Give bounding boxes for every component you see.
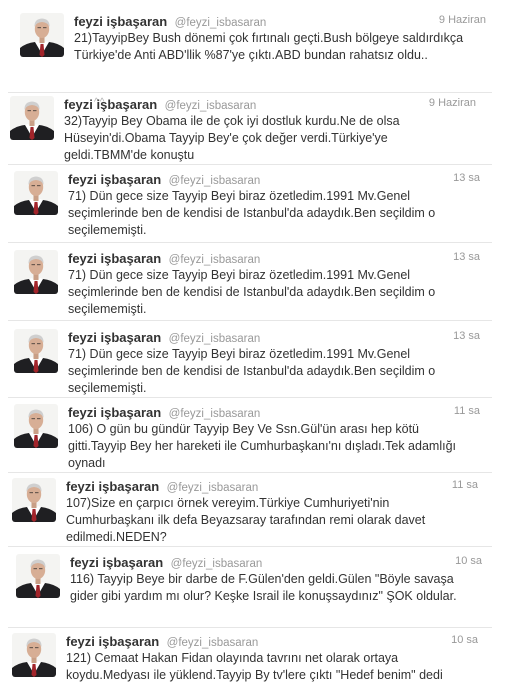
author-name[interactable]: feyzi işbaşaran [68, 251, 161, 266]
author-handle[interactable]: @feyzi_isbasaran [167, 637, 259, 649]
author-name[interactable]: feyzi işbaşaran [66, 634, 159, 649]
tweet-header: feyzi işbaşaran @feyzi_isbasaran 9 Hazir… [64, 96, 480, 112]
tweet-text: 121) Cemaat Hakan Fidan olayında tavrını… [66, 651, 443, 682]
avatar[interactable] [10, 96, 54, 140]
tweet-header: feyzi işbaşaran @feyzi_isbasaran 11 sa [68, 404, 484, 420]
divider [8, 397, 492, 398]
author-handle[interactable]: @feyzi_isbasaran [167, 482, 259, 494]
author-handle[interactable]: @feyzi_isbasaran [169, 254, 261, 266]
tweet-text: 116) Tayyip Beye bir darbe de F.Gülen'de… [70, 572, 457, 603]
tweet-timestamp[interactable]: 10 sa [451, 634, 478, 646]
avatar[interactable] [14, 250, 58, 294]
tweet-header: feyzi işbaşaran @feyzi_isbasaran 10 sa [66, 633, 482, 649]
divider [8, 627, 492, 628]
avatar[interactable] [16, 554, 60, 598]
author-name[interactable]: feyzi işbaşaran [64, 97, 157, 112]
author-handle[interactable]: @feyzi_isbasaran [165, 100, 257, 112]
avatar[interactable] [14, 404, 58, 448]
tweet-timestamp[interactable]: 13 sa [453, 330, 480, 342]
tweet-header: feyzi işbaşaran @feyzi_isbasaran 13 sa [68, 329, 484, 345]
author-name[interactable]: feyzi işbaşaran [68, 330, 161, 345]
divider [8, 242, 492, 243]
divider [8, 472, 492, 473]
tweet-header: feyzi işbaşaran @feyzi_isbasaran 13 sa [68, 171, 484, 187]
divider [8, 92, 492, 93]
author-name[interactable]: feyzi işbaşaran [70, 555, 163, 570]
tweet-header: feyzi işbaşaran @feyzi_isbasaran 11 sa [66, 478, 482, 494]
author-name[interactable]: feyzi işbaşaran [68, 172, 161, 187]
tweet-timestamp[interactable]: 10 sa [455, 555, 482, 567]
tweet-timestamp[interactable]: 9 Haziran [439, 14, 486, 26]
tweet-timestamp[interactable]: 9 Haziran [429, 97, 476, 109]
divider [8, 320, 492, 321]
tweet-header: feyzi işbaşaran @feyzi_isbasaran 9 Hazir… [74, 13, 490, 29]
tweet-text: 21)TayyipBey Bush dönemi çok fırtınalı g… [74, 31, 464, 62]
author-handle[interactable]: @feyzi_isbasaran [175, 17, 267, 29]
avatar[interactable] [14, 171, 58, 215]
tweet-timestamp[interactable]: 13 sa [453, 172, 480, 184]
author-name[interactable]: feyzi işbaşaran [66, 479, 159, 494]
author-handle[interactable]: @feyzi_isbasaran [169, 408, 261, 420]
avatar[interactable] [12, 633, 56, 677]
avatar[interactable] [12, 478, 56, 522]
avatar[interactable] [20, 13, 64, 57]
tweet-timestamp[interactable]: 13 sa [453, 251, 480, 263]
divider [8, 546, 492, 547]
avatar[interactable] [14, 329, 58, 373]
tweet-text: 71) Dün gece size Tayyip Beyi biraz özet… [68, 189, 436, 237]
author-handle[interactable]: @feyzi_isbasaran [169, 333, 261, 345]
tweet-text: 71) Dün gece size Tayyip Beyi biraz özet… [68, 347, 436, 395]
tweet-header: feyzi işbaşaran @feyzi_isbasaran 10 sa [70, 554, 486, 570]
tweet-text: 106) O gün bu gündür Tayyip Bey Ve Ssn.G… [68, 422, 456, 470]
author-name[interactable]: feyzi işbaşaran [74, 14, 167, 29]
author-handle[interactable]: @feyzi_isbasaran [169, 175, 261, 187]
tweet-header: feyzi işbaşaran @feyzi_isbasaran 13 sa [68, 250, 484, 266]
author-handle[interactable]: @feyzi_isbasaran [171, 558, 263, 570]
tweet-timestamp[interactable]: 11 sa [454, 405, 480, 417]
tweet-text: 71) Dün gece size Tayyip Beyi biraz özet… [68, 268, 436, 316]
tweet-text: 32)Tayyip Bey Obama ile de çok iyi dostl… [64, 114, 400, 162]
tweet-timestamp[interactable]: 11 sa [452, 479, 478, 491]
tweet-text: 107)Size en çarpıcı örnek vereyim.Türkiy… [66, 496, 426, 544]
author-name[interactable]: feyzi işbaşaran [68, 405, 161, 420]
divider [8, 164, 492, 165]
